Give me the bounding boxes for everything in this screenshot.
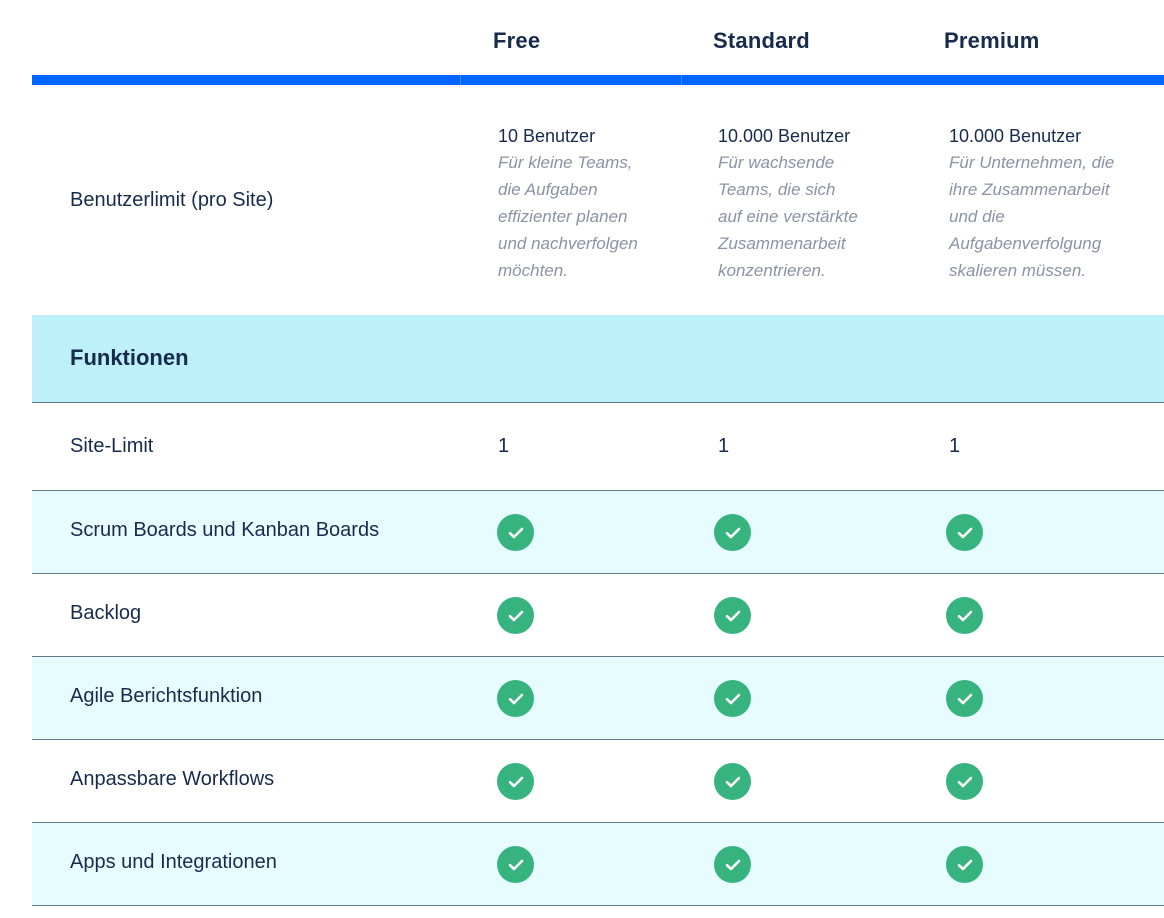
feature-row: Scrum Boards und Kanban Boards (32, 491, 1164, 574)
plan-header-standard: Standard (713, 28, 810, 53)
check-circle-icon (714, 597, 751, 634)
row-label: Apps und Integrationen (70, 851, 277, 873)
plan-description: Für Unternehmen, die ihre Zusammenarbeit… (949, 153, 1115, 280)
bar-separator (681, 75, 682, 85)
check-circle-icon (497, 514, 534, 551)
section-title: Funktionen (70, 345, 189, 370)
check-circle-icon (714, 514, 751, 551)
user-limit-standard: 10.000 Benutzer Für wachsende Teams, die… (718, 123, 918, 284)
user-count: 10.000 Benutzer (718, 126, 851, 146)
plan-header-free: Free (493, 28, 541, 53)
row-label: Benutzerlimit (pro Site) (70, 189, 274, 211)
row-label: Backlog (70, 602, 142, 624)
feature-row: Anpassbare Workflows (32, 740, 1164, 823)
user-limit-free: 10 Benutzer Für kleine Teams, die Aufgab… (498, 123, 698, 284)
section-header-functions: Funktionen (32, 315, 1164, 403)
plan-header-row: Free Standard Premium (32, 0, 1164, 75)
site-limit-free: 1 (498, 435, 510, 457)
check-circle-icon (946, 597, 983, 634)
row-label: Scrum Boards und Kanban Boards (70, 519, 380, 541)
user-limit-row: Benutzerlimit (pro Site) 10 Benutzer Für… (32, 85, 1164, 315)
user-count: 10 Benutzer (498, 126, 596, 146)
check-circle-icon (946, 846, 983, 883)
feature-row: Agile Berichtsfunktion (32, 657, 1164, 740)
check-circle-icon (497, 846, 534, 883)
row-label: Anpassbare Workflows (70, 768, 275, 790)
plan-description: Für kleine Teams, die Aufgaben effizient… (498, 153, 638, 280)
header-divider-bar (32, 75, 1164, 85)
bar-separator (460, 75, 461, 85)
table-row-partial (32, 906, 1164, 918)
row-label: Agile Berichtsfunktion (70, 685, 263, 707)
row-label: Site-Limit (70, 435, 154, 457)
plan-description: Für wachsende Teams, die sich auf eine v… (718, 153, 858, 280)
feature-row: Apps und Integrationen (32, 823, 1164, 906)
check-circle-icon (714, 763, 751, 800)
check-circle-icon (497, 680, 534, 717)
check-circle-icon (714, 680, 751, 717)
site-limit-standard: 1 (718, 435, 730, 457)
user-limit-premium: 10.000 Benutzer Für Unternehmen, die ihr… (949, 123, 1159, 284)
check-circle-icon (946, 514, 983, 551)
check-circle-icon (497, 597, 534, 634)
plan-header-premium: Premium (944, 28, 1040, 53)
pricing-comparison-table: Free Standard Premium Benutzerlimit (pro… (32, 0, 1164, 918)
user-count: 10.000 Benutzer (949, 126, 1082, 146)
check-circle-icon (946, 763, 983, 800)
site-limit-premium: 1 (949, 435, 961, 457)
check-circle-icon (714, 846, 751, 883)
site-limit-row: Site-Limit 1 1 1 (32, 403, 1164, 491)
feature-row: Backlog (32, 574, 1164, 657)
check-circle-icon (497, 763, 534, 800)
check-circle-icon (946, 680, 983, 717)
